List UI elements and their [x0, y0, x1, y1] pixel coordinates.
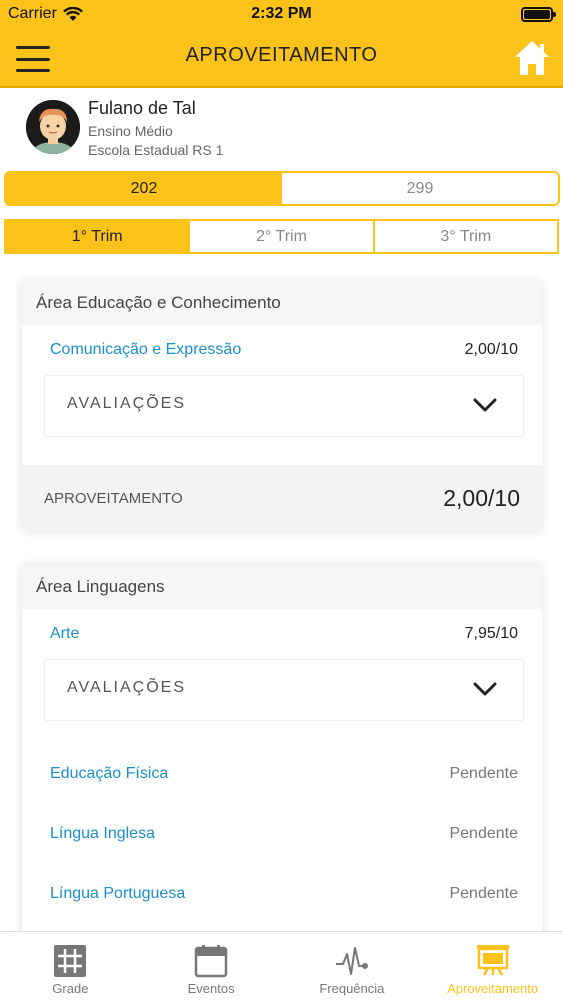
- presentation-board-icon: [476, 945, 509, 976]
- term-selector: 1° Trim 2° Trim 3° Trim: [4, 219, 559, 254]
- page-title: APROVEITAMENTO: [185, 44, 378, 66]
- pulse-icon: [335, 947, 368, 975]
- area-card: Área Educação e Conhecimento Comunicação…: [22, 281, 542, 531]
- grid-icon: [54, 945, 87, 977]
- area-title: Área Linguagens: [22, 565, 542, 609]
- tab-label: Eventos: [187, 981, 235, 996]
- tab-label: Aproveitamento: [447, 981, 539, 996]
- student-profile: Fulano de Tal Ensino Médio Escola Estadu…: [24, 98, 544, 160]
- summary-value: 2,00/10: [443, 485, 520, 511]
- calendar-icon: [194, 945, 228, 978]
- tab-3-trim[interactable]: 3° Trim: [374, 221, 557, 252]
- subject-name[interactable]: Arte: [50, 625, 79, 643]
- nav-bar: APROVEITAMENTO: [0, 30, 563, 88]
- education-level: Ensino Médio: [88, 123, 173, 139]
- tab-grade[interactable]: Grade: [0, 932, 141, 1000]
- subject-row[interactable]: Língua Portuguesa Pendente: [22, 869, 542, 929]
- evaluations-dropdown[interactable]: AVALIAÇÕES: [44, 375, 524, 437]
- subject-row[interactable]: Comunicação e Expressão 2,00/10: [22, 325, 542, 375]
- tab-2-trim[interactable]: 2° Trim: [190, 221, 375, 252]
- subject-row[interactable]: Arte 7,95/10: [22, 609, 542, 659]
- subject-row[interactable]: Língua Inglesa Pendente: [22, 809, 542, 869]
- avatar: [26, 100, 80, 154]
- tab-label: Frequência: [319, 981, 385, 996]
- chevron-down-icon: [473, 682, 497, 696]
- tab-label: Grade: [52, 981, 89, 996]
- subject-grade: Pendente: [449, 765, 518, 782]
- evaluations-label: AVALIAÇÕES: [67, 679, 186, 696]
- tab-1-trim[interactable]: 1° Trim: [6, 221, 191, 252]
- subject-name[interactable]: Educação Física: [50, 765, 168, 783]
- subject-grade: 7,95/10: [464, 625, 518, 642]
- area-card: Área Linguagens Arte 7,95/10 AVALIAÇÕES …: [22, 565, 542, 945]
- tab-frequencia[interactable]: Frequência: [282, 932, 423, 1000]
- home-icon[interactable]: [513, 38, 551, 78]
- subject-grade: 2,00/10: [464, 341, 518, 358]
- avatar-illustration: [26, 100, 80, 154]
- status-time: 2:32 PM: [251, 5, 312, 22]
- battery-icon: [521, 7, 556, 22]
- tab-bar: Grade Eventos Frequência Aproveitamento: [0, 931, 563, 1000]
- subject-name[interactable]: Língua Portuguesa: [50, 885, 185, 903]
- year-selector: 202 299: [4, 171, 560, 206]
- subject-row[interactable]: Educação Física Pendente: [22, 749, 542, 809]
- tab-eventos[interactable]: Eventos: [141, 932, 282, 1000]
- subject-name[interactable]: Comunicação e Expressão: [50, 341, 241, 359]
- status-bar: Carrier 2:32 PM: [0, 0, 563, 30]
- evaluations-dropdown[interactable]: AVALIAÇÕES: [44, 659, 524, 721]
- subject-grade: Pendente: [449, 885, 518, 902]
- chevron-down-icon: [473, 398, 497, 412]
- subject-grade: Pendente: [449, 825, 518, 842]
- subject-name[interactable]: Língua Inglesa: [50, 825, 155, 843]
- year-tab-202[interactable]: 202: [6, 173, 282, 204]
- tab-aproveitamento[interactable]: Aproveitamento: [422, 932, 563, 1000]
- year-tab-299[interactable]: 299: [282, 173, 558, 204]
- evaluations-label: AVALIAÇÕES: [67, 395, 186, 412]
- summary-label: APROVEITAMENTO: [44, 490, 183, 507]
- area-title: Área Educação e Conhecimento: [22, 281, 542, 325]
- area-summary: APROVEITAMENTO 2,00/10: [22, 465, 542, 531]
- student-name: Fulano de Tal: [88, 98, 196, 118]
- school-name: Escola Estadual RS 1: [88, 142, 224, 158]
